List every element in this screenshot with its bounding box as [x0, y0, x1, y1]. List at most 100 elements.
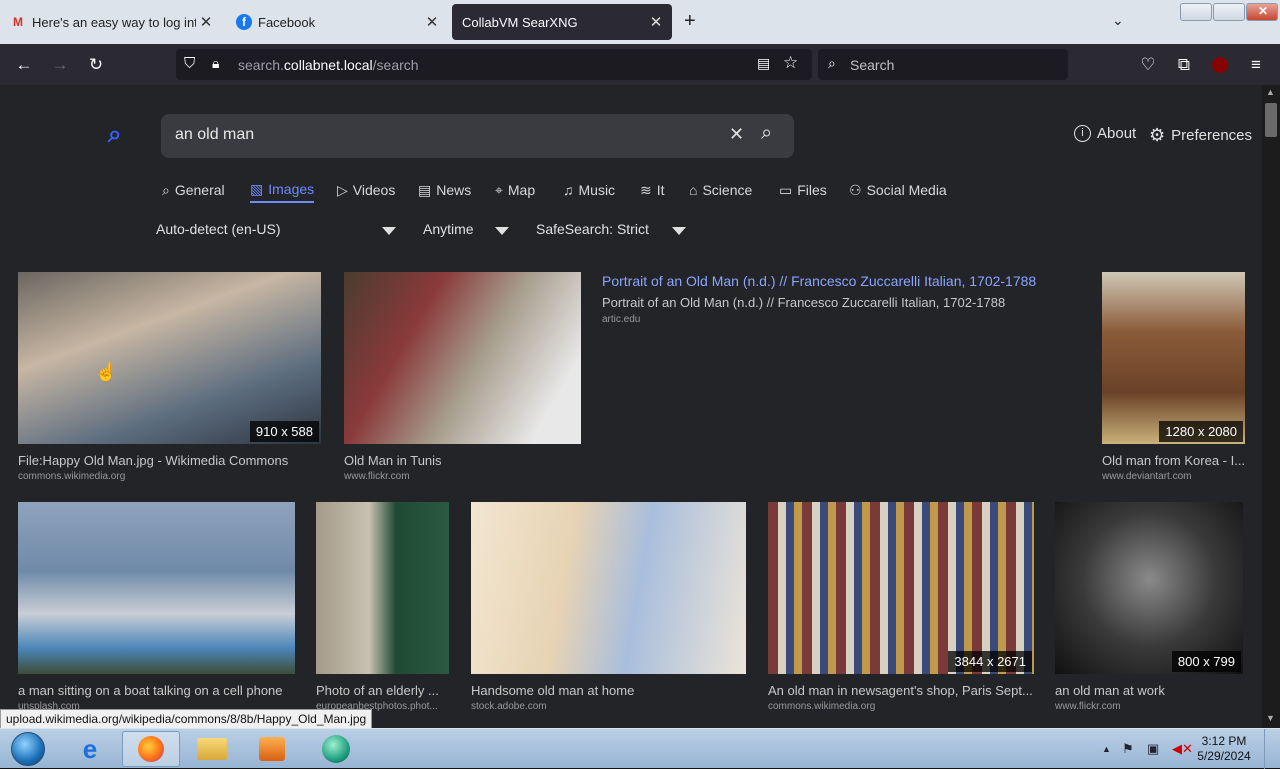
forward-icon[interactable]: → [47, 52, 73, 78]
search-icon[interactable]: ⌕ [761, 122, 772, 145]
chevron-down-icon[interactable] [672, 227, 686, 235]
tab-searxng[interactable]: CollabVM SearXNG ✕ [452, 4, 672, 40]
flag-icon[interactable]: ⚑ [1122, 741, 1134, 757]
result-caption[interactable]: Old Man in Tunis [344, 453, 581, 468]
searxng-logo-icon[interactable]: ⌕ [108, 121, 121, 149]
archive-icon: ▭ [779, 181, 793, 198]
search-box[interactable]: an old man ✕ ⌕ [161, 114, 794, 158]
new-tab-icon[interactable]: + [684, 10, 696, 33]
image-size: 910 x 588 [249, 421, 319, 442]
result-caption[interactable]: Old man from Korea - I... [1102, 453, 1252, 468]
gear-icon: ⚙ [1149, 125, 1166, 145]
image-size: 1280 x 2080 [1159, 421, 1243, 442]
network-icon[interactable]: ▣ [1147, 741, 1159, 757]
result-caption[interactable]: An old man in newsagent's shop, Paris Se… [768, 683, 1038, 698]
shield-icon[interactable]: ⛉ [184, 55, 195, 72]
search-icon: ⌕ [162, 181, 170, 198]
preferences-link[interactable]: ⚙ Preferences [1149, 125, 1252, 146]
ublock-icon[interactable] [1207, 52, 1233, 78]
result-caption[interactable]: a man sitting on a boat talking on a cel… [18, 683, 295, 698]
result-caption[interactable]: Photo of an elderly ... [316, 683, 449, 698]
window-close-button[interactable]: ✕ [1246, 3, 1278, 21]
lock-icon[interactable]: 🔒︎ [212, 55, 219, 72]
tab-gmail[interactable]: M Here's an easy way to log into F ✕ [0, 4, 222, 40]
scroll-up-icon[interactable]: ▲ [1266, 87, 1275, 97]
close-icon[interactable]: ✕ [196, 13, 216, 31]
firefox-icon[interactable] [122, 731, 180, 767]
tray-expand-icon[interactable]: ▲ [1102, 744, 1111, 754]
network-app-icon[interactable] [308, 731, 364, 767]
restore-button[interactable] [1213, 3, 1245, 21]
result-image[interactable] [316, 502, 449, 674]
tab-it[interactable]: ≋ It [640, 177, 665, 203]
web-search-bar[interactable]: ⌕ Search [818, 49, 1068, 80]
ie-icon[interactable]: e [62, 731, 118, 767]
result-image[interactable]: 3844 x 2671 [768, 502, 1034, 674]
result-source: artic.edu [602, 314, 641, 325]
music-icon: ♫ [563, 182, 574, 198]
star-icon[interactable]: ☆ [783, 53, 798, 73]
clock-time: 3:12 PM [1201, 734, 1247, 748]
tab-social-media[interactable]: ⚇ Social Media [849, 177, 947, 203]
chevron-down-icon[interactable] [382, 227, 396, 235]
clock[interactable]: 3:12 PM 5/29/2024 [1192, 734, 1256, 764]
tab-videos[interactable]: ▷ Videos [337, 177, 395, 203]
tab-science[interactable]: ⌂ Science [689, 177, 752, 203]
tab-news[interactable]: ▤ News [418, 177, 471, 203]
gmail-icon: M [13, 15, 23, 29]
result-caption[interactable]: File:Happy Old Man.jpg - Wikimedia Commo… [18, 453, 321, 468]
result-source: www.flickr.com [344, 471, 410, 482]
time-select[interactable]: Anytime [423, 221, 474, 237]
result-source: stock.adobe.com [471, 701, 547, 712]
chevron-down-icon[interactable]: ⌄ [1112, 12, 1124, 29]
result-source: commons.wikimedia.org [18, 471, 126, 482]
result-image[interactable]: 1280 x 2080 [1102, 272, 1245, 444]
tab-map[interactable]: ⌖ Map [495, 177, 535, 203]
reader-view-icon[interactable]: ▤ [757, 55, 770, 72]
show-desktop-button[interactable] [1264, 729, 1280, 769]
tab-images[interactable]: ▧ Images [250, 177, 315, 203]
tab-music[interactable]: ♫ Music [563, 177, 615, 203]
close-icon[interactable]: ✕ [646, 13, 666, 31]
clear-icon[interactable]: ✕ [729, 124, 744, 145]
map-pin-icon: ⌖ [495, 181, 503, 198]
pocket-icon[interactable]: ♡ [1135, 52, 1161, 78]
start-button[interactable] [0, 731, 56, 767]
tab-files[interactable]: ▭ Files [779, 177, 827, 203]
info-icon: i [1074, 125, 1091, 142]
result-image[interactable] [471, 502, 746, 674]
result-image[interactable]: 800 x 799 [1055, 502, 1243, 674]
close-icon[interactable]: ✕ [422, 13, 442, 31]
safesearch-select[interactable]: SafeSearch: Strict [536, 221, 649, 237]
url-bar[interactable]: ⛉ 🔒︎ search.collabnet.local/search ▤ ☆ [176, 49, 812, 80]
search-input[interactable]: an old man [175, 126, 254, 144]
result-subtitle: Portrait of an Old Man (n.d.) // Frances… [602, 295, 1006, 310]
result-image[interactable] [18, 502, 295, 674]
search-placeholder: Search [850, 57, 895, 73]
extensions-icon[interactable]: ⧉ [1171, 52, 1197, 78]
scroll-thumb[interactable] [1265, 103, 1277, 137]
language-select[interactable]: Auto-detect (en-US) [156, 221, 281, 237]
scroll-down-icon[interactable]: ▼ [1266, 713, 1275, 723]
result-caption[interactable]: Handsome old man at home [471, 683, 746, 698]
back-icon[interactable]: ← [11, 52, 37, 78]
result-title-link[interactable]: Portrait of an Old Man (n.d.) // Frances… [602, 273, 1062, 289]
result-image[interactable] [344, 272, 581, 444]
reload-icon[interactable]: ↻ [83, 52, 109, 78]
result-caption[interactable]: an old man at work [1055, 683, 1243, 698]
about-link[interactable]: i About [1074, 125, 1136, 142]
search-icon: ⌕ [828, 55, 836, 71]
result-source: www.deviantart.com [1102, 471, 1192, 482]
result-image[interactable]: 910 x 588 [18, 272, 321, 444]
minimize-button[interactable] [1180, 3, 1212, 21]
media-player-icon[interactable] [244, 731, 300, 767]
tab-title: CollabVM SearXNG [462, 14, 578, 30]
tab-title: Here's an easy way to log into F [32, 14, 196, 30]
tab-facebook[interactable]: f Facebook ✕ [226, 4, 448, 40]
explorer-icon[interactable] [184, 731, 240, 767]
tab-general[interactable]: ⌕ General [162, 177, 225, 203]
volume-muted-icon[interactable]: ◀✕ [1172, 741, 1193, 757]
menu-icon[interactable]: ≡ [1243, 52, 1269, 78]
scrollbar[interactable]: ▲ ▼ [1262, 85, 1280, 728]
chevron-down-icon[interactable] [495, 227, 509, 235]
